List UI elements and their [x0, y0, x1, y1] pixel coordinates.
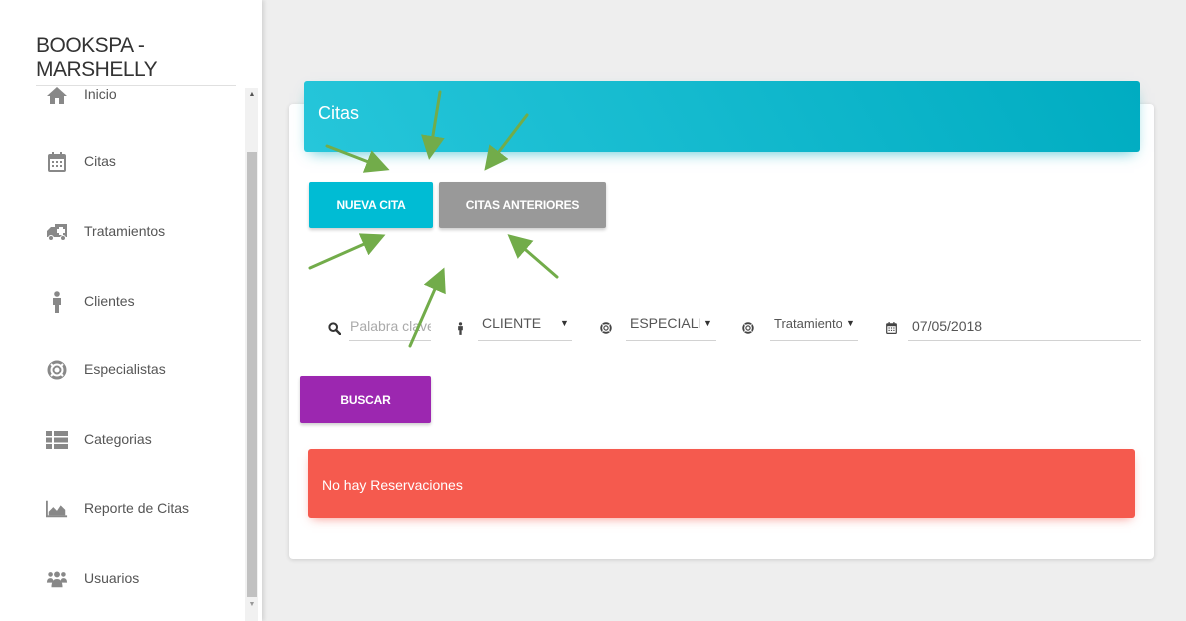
scroll-down-icon[interactable]: ▼ [247, 598, 257, 612]
sidebar-scrollbar-thumb[interactable] [247, 152, 257, 597]
page-title: Citas [318, 103, 360, 123]
ambulance-icon [46, 221, 68, 243]
previous-appointments-button[interactable]: CITAS ANTERIORES [439, 182, 606, 228]
lifebuoy-icon [598, 320, 614, 336]
search-icon [326, 320, 342, 336]
person-icon [46, 291, 68, 313]
person-icon [455, 319, 465, 337]
caret-down-icon: ▼ [846, 318, 855, 328]
client-select-value: CLIENTE [482, 315, 542, 331]
sidebar-item-label: Reporte de Citas [84, 500, 190, 516]
sidebar-item-clientes[interactable]: Clientes [0, 279, 245, 323]
sidebar-item-reporte-de-citas[interactable]: Reporte de Citas [0, 486, 245, 530]
sidebar-item-citas[interactable]: Citas [0, 139, 245, 183]
date-input[interactable] [908, 311, 1141, 341]
specialist-select-value: ESPECIALI [630, 315, 700, 331]
lifebuoy-icon [46, 359, 68, 381]
sidebar-menu: Inicio Citas Tratamientos Clientes Espec [0, 72, 245, 621]
sidebar-item-label: Especialistas [84, 361, 166, 377]
specialist-select[interactable]: ESPECIALI ▼ [626, 314, 716, 341]
alert-message: No hay Reservaciones [322, 477, 463, 493]
home-icon [46, 84, 68, 106]
card-header: Citas [304, 81, 1140, 152]
calendar-icon [46, 151, 68, 173]
sidebar-item-inicio[interactable]: Inicio [0, 72, 245, 116]
sidebar-item-label: Citas [84, 153, 116, 169]
sidebar-item-usuarios[interactable]: Usuarios [0, 556, 245, 600]
sidebar-item-label: Usuarios [84, 570, 140, 586]
sidebar-item-label: Clientes [84, 293, 135, 309]
area-chart-icon [46, 498, 68, 520]
calendar-icon [883, 320, 899, 336]
sidebar-item-especialistas[interactable]: Especialistas [0, 347, 245, 391]
list-icon [46, 429, 68, 451]
caret-down-icon: ▼ [560, 318, 569, 328]
sidebar-item-label: Categorias [84, 431, 152, 447]
treatment-select[interactable]: Tratamiento ▼ [770, 314, 858, 341]
new-appointment-button[interactable]: NUEVA CITA [309, 182, 433, 228]
caret-down-icon: ▼ [703, 318, 712, 328]
sidebar-item-tratamientos[interactable]: Tratamientos [0, 209, 245, 253]
no-reservations-alert: No hay Reservaciones [308, 449, 1135, 518]
lifebuoy-icon [740, 320, 756, 336]
sidebar: BOOKSPA - MARSHELLY Inicio Citas Tratami… [0, 0, 262, 621]
sidebar-item-label: Inicio [84, 86, 117, 102]
sidebar-item-label: Tratamientos [84, 223, 166, 239]
keyword-input[interactable] [349, 311, 431, 341]
search-button[interactable]: BUSCAR [300, 376, 431, 423]
client-select[interactable]: CLIENTE ▼ [478, 314, 572, 341]
treatment-select-value: Tratamiento [774, 316, 842, 331]
users-icon [46, 568, 68, 590]
scroll-up-icon[interactable]: ▲ [247, 88, 257, 102]
sidebar-item-categorias[interactable]: Categorias [0, 417, 245, 461]
